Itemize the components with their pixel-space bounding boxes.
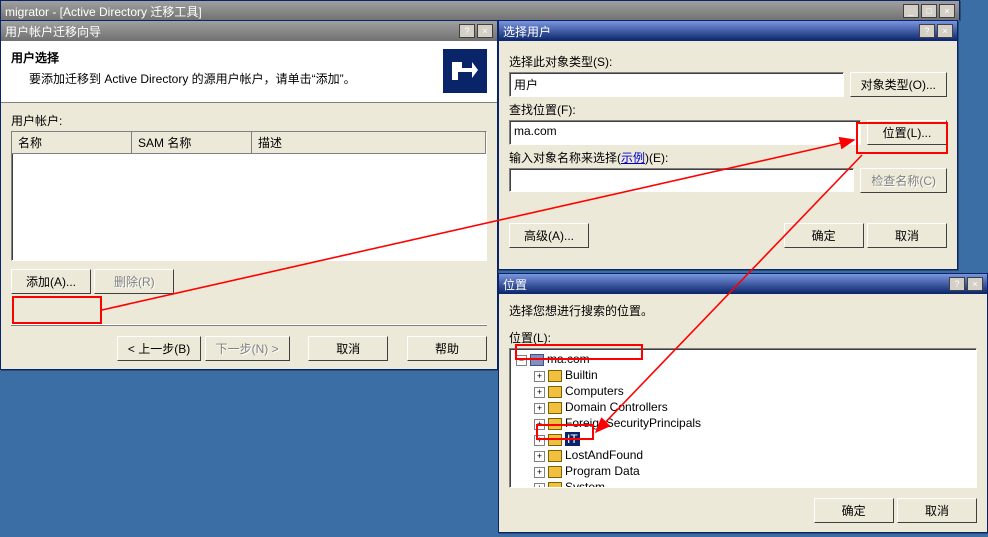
app-titlebar: migrator - [Active Directory 迁移工具] _ □ × — [1, 1, 959, 21]
tree-node[interactable]: +System — [534, 479, 974, 488]
obj-type-button[interactable]: 对象类型(O)... — [850, 72, 947, 97]
wizard-banner-icon — [443, 49, 487, 93]
folder-icon — [548, 482, 562, 488]
wizard-title: 用户帐户迁移向导 — [5, 23, 101, 40]
tree-root[interactable]: −ma.com +Builtin+Computers+Domain Contro… — [516, 351, 974, 488]
remove-button: 删除(R) — [94, 269, 174, 294]
back-button[interactable]: < 上一步(B) — [117, 336, 201, 361]
accounts-list[interactable]: 名称 SAM 名称 描述 — [11, 131, 487, 261]
locations-titlebar: 位置 ? × — [499, 274, 987, 294]
next-button: 下一步(N) > — [205, 336, 290, 361]
tree-node[interactable]: +IT — [534, 431, 974, 447]
domain-icon — [530, 354, 544, 366]
locations-list-label: 位置(L): — [509, 329, 977, 346]
wizard-instruction: 要添加迁移到 Active Directory 的源用户帐户，请单击“添加”。 — [29, 72, 356, 86]
expand-icon[interactable]: − — [516, 355, 527, 366]
wizard-cancel-button[interactable]: 取消 — [308, 336, 388, 361]
tree-node[interactable]: +Builtin — [534, 367, 974, 383]
expand-icon[interactable]: + — [534, 483, 545, 488]
example-link[interactable]: 示例 — [621, 151, 645, 165]
select-ok-button[interactable]: 确定 — [784, 223, 864, 248]
col-desc[interactable]: 描述 — [252, 132, 486, 154]
wizard-close-btn[interactable]: × — [477, 24, 493, 38]
names-label: 输入对象名称来选择(示例)(E): — [509, 149, 947, 166]
locations-ok-button[interactable]: 确定 — [814, 498, 894, 523]
locations-cancel-button[interactable]: 取消 — [897, 498, 977, 523]
locations-prompt: 选择您想进行搜索的位置。 — [509, 302, 977, 319]
col-name[interactable]: 名称 — [12, 132, 132, 154]
select-user-titlebar: 选择用户 ? × — [499, 21, 957, 41]
expand-icon[interactable]: + — [534, 451, 545, 462]
select-cancel-button[interactable]: 取消 — [867, 223, 947, 248]
folder-icon — [548, 386, 562, 398]
accounts-label: 用户帐户: — [11, 112, 487, 129]
expand-icon[interactable]: + — [534, 403, 545, 414]
wizard-dialog: 用户帐户迁移向导 ? × 用户选择 要添加迁移到 Active Director… — [0, 20, 498, 370]
obj-type-label: 选择此对象类型(S): — [509, 53, 947, 70]
select-user-title: 选择用户 — [503, 23, 551, 40]
names-input[interactable] — [509, 168, 854, 192]
select-user-close-btn[interactable]: × — [937, 24, 953, 38]
tree-node[interactable]: +Domain Controllers — [534, 399, 974, 415]
tree-node[interactable]: +ForeignSecurityPrincipals — [534, 415, 974, 431]
wizard-heading: 用户选择 — [11, 49, 356, 66]
expand-icon[interactable]: + — [534, 467, 545, 478]
folder-icon — [548, 370, 562, 382]
add-button[interactable]: 添加(A)... — [11, 269, 91, 294]
wizard-titlebar: 用户帐户迁移向导 ? × — [1, 21, 497, 41]
loc-button[interactable]: 位置(L)... — [867, 120, 947, 145]
locations-tree[interactable]: −ma.com +Builtin+Computers+Domain Contro… — [509, 348, 977, 488]
loc-field: ma.com — [509, 120, 861, 145]
folder-icon — [548, 418, 562, 430]
advanced-button[interactable]: 高级(A)... — [509, 223, 589, 248]
tree-node[interactable]: +Program Data — [534, 463, 974, 479]
tree-node[interactable]: +Computers — [534, 383, 974, 399]
app-close-btn[interactable]: × — [939, 4, 955, 18]
expand-icon[interactable]: + — [534, 419, 545, 430]
expand-icon[interactable]: + — [534, 435, 545, 446]
app-max-btn[interactable]: □ — [921, 4, 937, 18]
loc-label: 查找位置(F): — [509, 101, 947, 118]
locations-title: 位置 — [503, 276, 527, 293]
tree-node[interactable]: +LostAndFound — [534, 447, 974, 463]
expand-icon[interactable]: + — [534, 371, 545, 382]
select-user-help-btn[interactable]: ? — [919, 24, 935, 38]
col-sam[interactable]: SAM 名称 — [132, 132, 252, 154]
expand-icon[interactable]: + — [534, 387, 545, 398]
app-title: migrator - [Active Directory 迁移工具] — [5, 3, 202, 20]
locations-dialog: 位置 ? × 选择您想进行搜索的位置。 位置(L): −ma.com +Buil… — [498, 273, 988, 533]
locations-close-btn[interactable]: × — [967, 277, 983, 291]
app-min-btn[interactable]: _ — [903, 4, 919, 18]
folder-icon — [548, 402, 562, 414]
select-user-dialog: 选择用户 ? × 选择此对象类型(S): 用户 对象类型(O)... 查找位置(… — [498, 20, 958, 270]
folder-icon — [548, 450, 562, 462]
help-button[interactable]: 帮助 — [407, 336, 487, 361]
wizard-help-btn[interactable]: ? — [459, 24, 475, 38]
folder-icon — [548, 434, 562, 446]
folder-icon — [548, 466, 562, 478]
check-names-button: 检查名称(C) — [860, 168, 947, 193]
locations-help-btn[interactable]: ? — [949, 277, 965, 291]
obj-type-field: 用户 — [509, 72, 844, 97]
